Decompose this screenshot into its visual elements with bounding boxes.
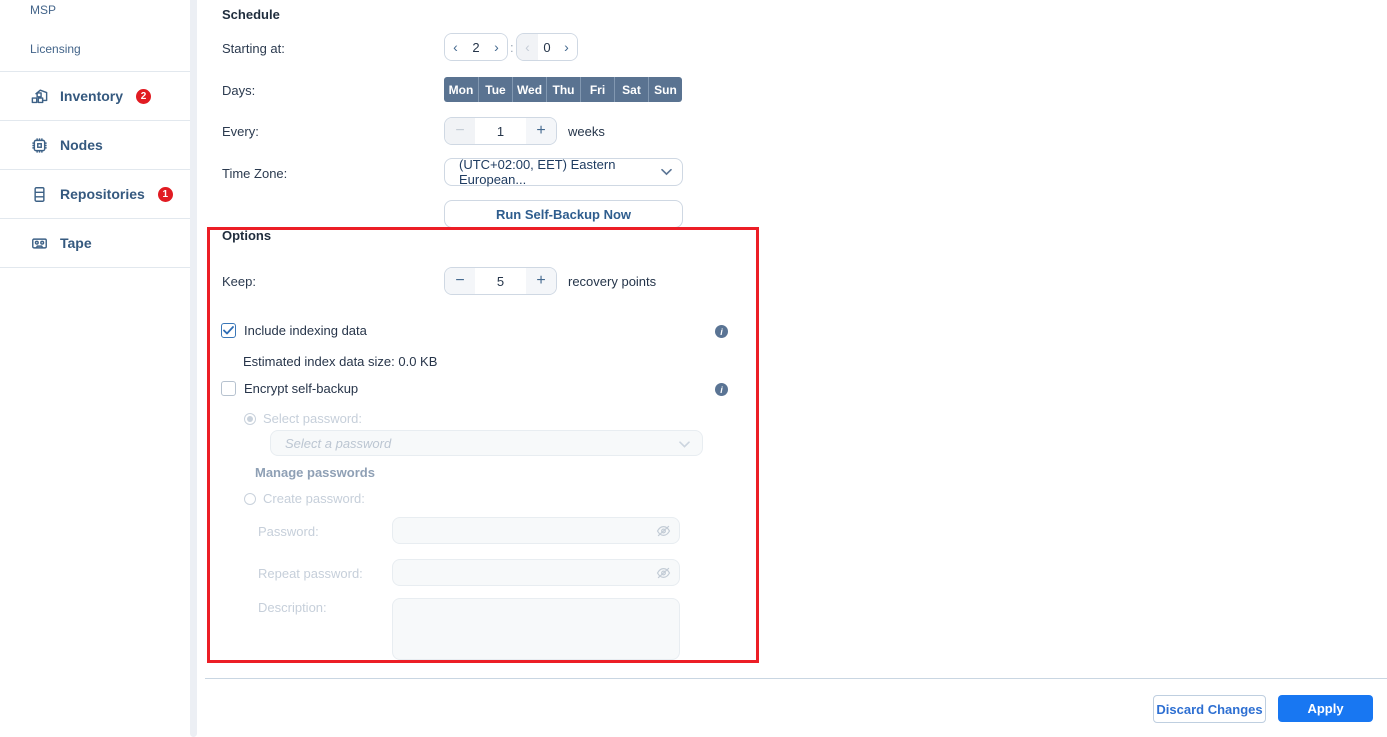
minute-value: 0 bbox=[538, 34, 556, 60]
day-button-sat[interactable]: Sat bbox=[614, 77, 648, 102]
every-increment-button[interactable]: + bbox=[526, 118, 556, 144]
timezone-value: (UTC+02:00, EET) Eastern European... bbox=[459, 157, 656, 187]
manage-passwords-link[interactable]: Manage passwords bbox=[255, 465, 375, 480]
timezone-label: Time Zone: bbox=[222, 166, 287, 181]
sidebar-item-label: Inventory bbox=[60, 88, 123, 104]
checkmark-icon bbox=[223, 326, 234, 335]
create-password-radio-row[interactable]: Create password: bbox=[244, 491, 365, 506]
day-button-wed[interactable]: Wed bbox=[512, 77, 546, 102]
sidebar-item-label: Nodes bbox=[60, 137, 103, 153]
password-field-label: Password: bbox=[258, 524, 319, 539]
eye-off-icon[interactable] bbox=[656, 567, 671, 579]
keep-label: Keep: bbox=[222, 274, 256, 289]
footer-divider bbox=[205, 678, 1387, 679]
day-button-fri[interactable]: Fri bbox=[580, 77, 614, 102]
time-separator: : bbox=[510, 40, 514, 55]
day-button-thu[interactable]: Thu bbox=[546, 77, 580, 102]
select-password-label: Select password: bbox=[263, 411, 362, 426]
password-select-placeholder: Select a password bbox=[285, 436, 391, 451]
run-self-backup-button[interactable]: Run Self-Backup Now bbox=[444, 200, 683, 228]
minute-increment-button[interactable]: › bbox=[556, 34, 577, 60]
sidebar-item-inventory[interactable]: Inventory 2 bbox=[0, 72, 190, 120]
select-password-radio[interactable] bbox=[244, 413, 256, 425]
schedule-section-title: Schedule bbox=[222, 7, 280, 22]
every-decrement-button[interactable]: − bbox=[445, 118, 475, 144]
every-label: Every: bbox=[222, 124, 259, 139]
description-textarea[interactable] bbox=[392, 598, 680, 660]
chevron-down-icon bbox=[679, 436, 690, 451]
days-label: Days: bbox=[222, 83, 255, 98]
tape-icon bbox=[30, 234, 49, 253]
include-indexing-label: Include indexing data bbox=[244, 323, 367, 338]
apply-button[interactable]: Apply bbox=[1278, 695, 1373, 722]
repositories-badge: 1 bbox=[158, 187, 173, 202]
create-password-label: Create password: bbox=[263, 491, 365, 506]
eye-off-icon[interactable] bbox=[656, 525, 671, 537]
estimated-index-size-text: Estimated index data size: 0.0 KB bbox=[243, 354, 437, 369]
days-selector: Mon Tue Wed Thu Fri Sat Sun bbox=[444, 77, 682, 102]
nodes-icon bbox=[30, 136, 49, 155]
timezone-select[interactable]: (UTC+02:00, EET) Eastern European... bbox=[444, 158, 683, 186]
sidebar-item-licensing[interactable]: Licensing bbox=[30, 42, 81, 56]
hour-value: 2 bbox=[466, 34, 486, 60]
discard-changes-button[interactable]: Discard Changes bbox=[1153, 695, 1266, 723]
keep-unit-label: recovery points bbox=[568, 274, 656, 289]
encrypt-label: Encrypt self-backup bbox=[244, 381, 358, 396]
sidebar-item-repositories[interactable]: Repositories 1 bbox=[0, 170, 190, 218]
repositories-icon bbox=[30, 185, 49, 204]
inventory-badge: 2 bbox=[136, 89, 151, 104]
hour-spinner: ‹ 2 › bbox=[444, 33, 508, 61]
encrypt-checkbox-row[interactable]: Encrypt self-backup bbox=[221, 381, 358, 396]
day-button-sun[interactable]: Sun bbox=[648, 77, 682, 102]
day-button-mon[interactable]: Mon bbox=[444, 77, 478, 102]
sidebar: MSP Licensing Inventory 2 Nodes bbox=[0, 0, 190, 737]
sidebar-scrollbar[interactable] bbox=[190, 0, 197, 737]
description-field-label: Description: bbox=[258, 600, 327, 615]
keep-stepper: − 5 + bbox=[444, 267, 557, 295]
options-section-title: Options bbox=[222, 228, 271, 243]
repeat-password-field-label: Repeat password: bbox=[258, 566, 363, 581]
sidebar-item-msp[interactable]: MSP bbox=[30, 3, 56, 17]
minute-decrement-button[interactable]: ‹ bbox=[517, 34, 538, 60]
include-indexing-checkbox[interactable] bbox=[221, 323, 236, 338]
select-password-radio-row[interactable]: Select password: bbox=[244, 411, 362, 426]
sidebar-item-nodes[interactable]: Nodes bbox=[0, 121, 190, 169]
hour-increment-button[interactable]: › bbox=[486, 34, 507, 60]
keep-value: 5 bbox=[475, 268, 526, 294]
create-password-radio[interactable] bbox=[244, 493, 256, 505]
encrypt-info-icon[interactable]: i bbox=[715, 383, 728, 396]
inventory-icon bbox=[30, 87, 49, 106]
chevron-down-icon bbox=[661, 169, 672, 176]
password-select[interactable]: Select a password bbox=[270, 430, 703, 456]
keep-decrement-button[interactable]: − bbox=[445, 268, 475, 294]
every-value: 1 bbox=[475, 118, 526, 144]
sidebar-item-tape[interactable]: Tape bbox=[0, 219, 190, 267]
day-button-tue[interactable]: Tue bbox=[478, 77, 512, 102]
every-unit-label: weeks bbox=[568, 124, 605, 139]
password-input[interactable] bbox=[392, 517, 680, 544]
starting-at-label: Starting at: bbox=[222, 41, 285, 56]
minute-spinner: ‹ 0 › bbox=[516, 33, 578, 61]
indexing-info-icon[interactable]: i bbox=[715, 325, 728, 338]
encrypt-checkbox[interactable] bbox=[221, 381, 236, 396]
self-backup-settings-page: MSP Licensing Inventory 2 Nodes bbox=[0, 0, 1387, 737]
hour-decrement-button[interactable]: ‹ bbox=[445, 34, 466, 60]
divider bbox=[0, 267, 190, 268]
include-indexing-checkbox-row[interactable]: Include indexing data bbox=[221, 323, 367, 338]
sidebar-item-label: Tape bbox=[60, 235, 92, 251]
sidebar-item-label: Repositories bbox=[60, 186, 145, 202]
every-stepper: − 1 + bbox=[444, 117, 557, 145]
keep-increment-button[interactable]: + bbox=[526, 268, 556, 294]
repeat-password-input[interactable] bbox=[392, 559, 680, 586]
